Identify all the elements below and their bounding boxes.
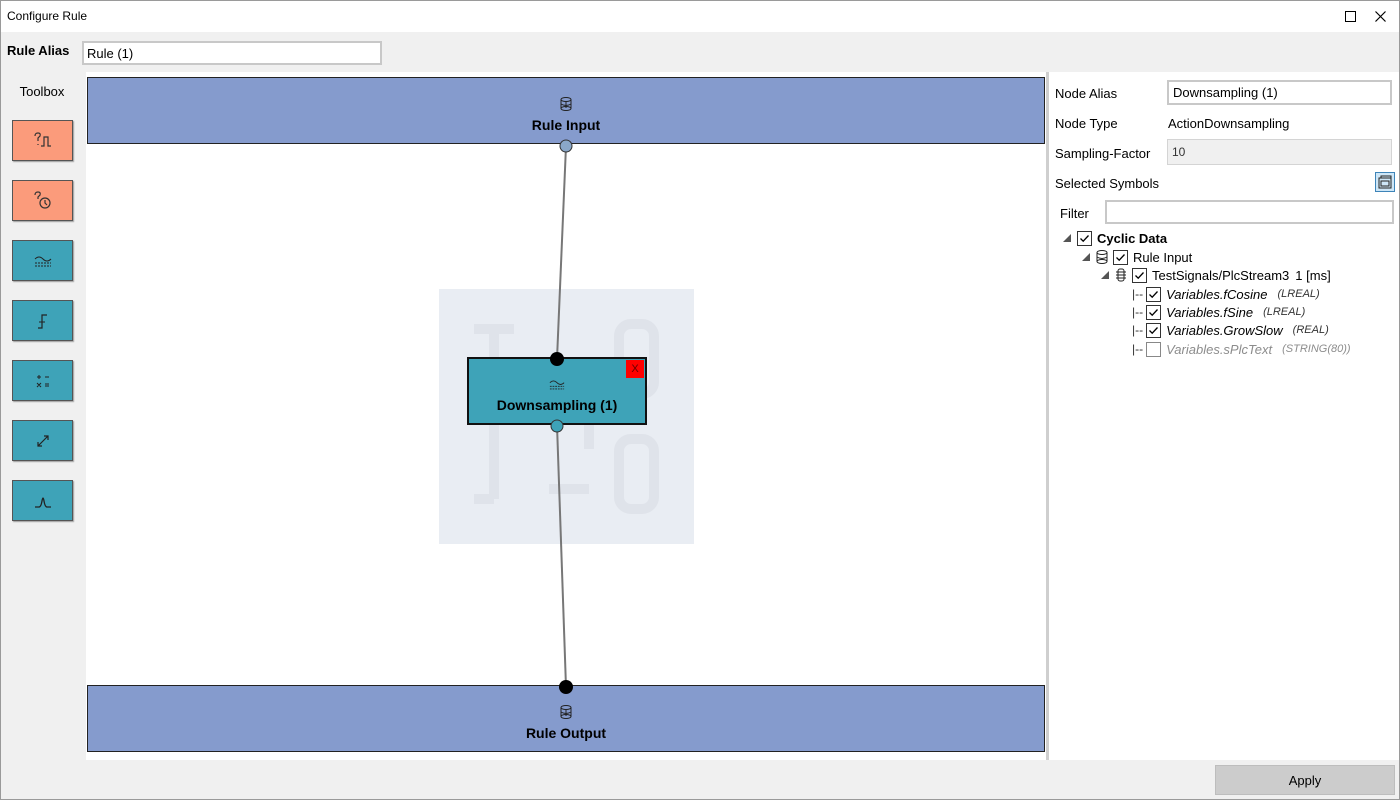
rule-alias-input[interactable]: [82, 41, 382, 65]
rule-alias-label: Rule Alias: [7, 43, 70, 58]
checkbox[interactable]: [1146, 322, 1162, 338]
properties-panel: Node Alias Node Type ActionDownsampling …: [1049, 72, 1399, 760]
tree-label: Rule Input: [1133, 249, 1193, 265]
close-icon: [1374, 11, 1386, 22]
rule-input-label: Rule Input: [531, 117, 601, 133]
check-icon: [1149, 326, 1159, 334]
window-title: Configure Rule: [7, 9, 88, 23]
tool-step-button[interactable]: [12, 300, 73, 341]
tool-condition-button[interactable]: [12, 120, 73, 161]
downsampling-icon: [34, 256, 51, 266]
configure-rule-window: Configure Rule Rule Alias Toolbox: [0, 0, 1400, 800]
tree-item-stream[interactable]: TestSignals/PlcStream3 1 [ms]: [1101, 266, 1331, 284]
expander-icon[interactable]: [1101, 271, 1109, 279]
check-icon: [1149, 290, 1159, 298]
checkbox[interactable]: [1146, 304, 1162, 320]
database-icon: [560, 705, 572, 719]
tool-trigger-button[interactable]: [12, 180, 73, 221]
node-type-value: ActionDownsampling: [1168, 116, 1290, 131]
symbol-name: Variables.sPlcText: [1166, 341, 1273, 357]
node-label: Downsampling (1): [496, 397, 618, 413]
check-icon: [1080, 234, 1089, 242]
symbol-row[interactable]: |-- Variables.GrowSlow (REAL): [1132, 321, 1329, 339]
window-icon: [1378, 175, 1392, 189]
filter-label: Filter: [1060, 206, 1089, 221]
node-delete-button[interactable]: X: [626, 360, 644, 378]
sampling-factor-input[interactable]: [1167, 139, 1392, 165]
expander-icon[interactable]: [1063, 234, 1071, 242]
filter-input[interactable]: [1105, 200, 1394, 224]
symbol-type: (LREAL): [1263, 306, 1306, 318]
toolbox-title: Toolbox: [19, 84, 65, 99]
selected-symbols-label: Selected Symbols: [1055, 176, 1160, 191]
checkbox[interactable]: [1146, 286, 1162, 302]
toolbox: Toolbox: [1, 72, 85, 760]
symbol-type: (STRING(80)): [1282, 343, 1351, 355]
rule-output-label: Rule Output: [525, 725, 607, 741]
node-to-output-link: [556, 424, 567, 688]
close-button[interactable]: [1365, 1, 1395, 32]
title-bar: Configure Rule: [1, 1, 1399, 32]
symbol-name: Variables.GrowSlow: [1166, 322, 1283, 338]
tree-item-cyclic-data[interactable]: Cyclic Data: [1063, 229, 1167, 247]
symbol-row[interactable]: |-- Variables.fCosine (LREAL): [1132, 285, 1320, 303]
math-operators-icon: [36, 374, 49, 387]
checkbox[interactable]: [1132, 267, 1147, 283]
downsampling-node[interactable]: X Downsampling (1): [467, 357, 647, 425]
checkbox[interactable]: [1113, 249, 1128, 265]
node-alias-input[interactable]: [1167, 80, 1392, 105]
footer-bar: Apply: [1, 760, 1399, 799]
condition-icon: [33, 131, 51, 147]
checkbox[interactable]: [1077, 230, 1092, 246]
symbol-row[interactable]: |-- Variables.sPlcText (STRING(80)): [1132, 340, 1351, 358]
symbol-name: Variables.fSine: [1166, 304, 1254, 320]
stream-icon: [1115, 268, 1127, 282]
downsampling-icon: [549, 380, 565, 390]
database-icon: [1096, 250, 1108, 264]
sampling-factor-label: Sampling-Factor: [1055, 146, 1151, 161]
tool-downsampling-button[interactable]: [12, 240, 73, 281]
tree-connector: |--: [1132, 323, 1144, 337]
tree-connector: |--: [1132, 342, 1144, 356]
node-alias-label: Node Alias: [1055, 86, 1118, 101]
expand-symbols-button[interactable]: [1375, 172, 1395, 192]
tree-connector: |--: [1132, 287, 1144, 301]
maximize-icon: [1344, 11, 1356, 22]
maximize-button[interactable]: [1335, 1, 1365, 32]
tree-connector: |--: [1132, 305, 1144, 319]
symbol-row[interactable]: |-- Variables.fSine (LREAL): [1132, 303, 1305, 321]
peak-icon: [34, 496, 51, 508]
symbol-name: Variables.fCosine: [1166, 286, 1268, 302]
check-icon: [1149, 308, 1159, 316]
stream-rate: 1 [ms]: [1295, 267, 1331, 283]
input-to-node-link: [556, 145, 567, 360]
apply-button[interactable]: Apply: [1215, 765, 1395, 795]
step-icon: [37, 313, 47, 329]
tree-label: TestSignals/PlcStream3: [1152, 267, 1290, 283]
symbol-type: (LREAL): [1277, 288, 1320, 300]
rule-input-block[interactable]: Rule Input: [87, 77, 1045, 144]
scale-icon: [36, 434, 49, 447]
rule-output-block[interactable]: Rule Output: [87, 685, 1045, 752]
checkbox[interactable]: [1146, 341, 1162, 357]
tool-scale-button[interactable]: [12, 420, 73, 461]
rule-alias-row: Rule Alias: [1, 32, 1399, 72]
tree-label: Cyclic Data: [1097, 230, 1168, 246]
tool-math-button[interactable]: [12, 360, 73, 401]
database-icon: [560, 97, 572, 111]
symbol-type: (REAL): [1292, 324, 1329, 336]
node-type-label: Node Type: [1055, 116, 1118, 131]
expander-icon[interactable]: [1082, 253, 1090, 261]
check-icon: [1135, 271, 1144, 279]
tool-peak-button[interactable]: [12, 480, 73, 521]
check-icon: [1116, 253, 1125, 261]
tree-item-rule-input[interactable]: Rule Input: [1082, 248, 1192, 266]
trigger-icon: [33, 190, 51, 209]
rule-canvas[interactable]: Rule Input X Downsampling (1) Rule Outpu…: [86, 72, 1046, 760]
